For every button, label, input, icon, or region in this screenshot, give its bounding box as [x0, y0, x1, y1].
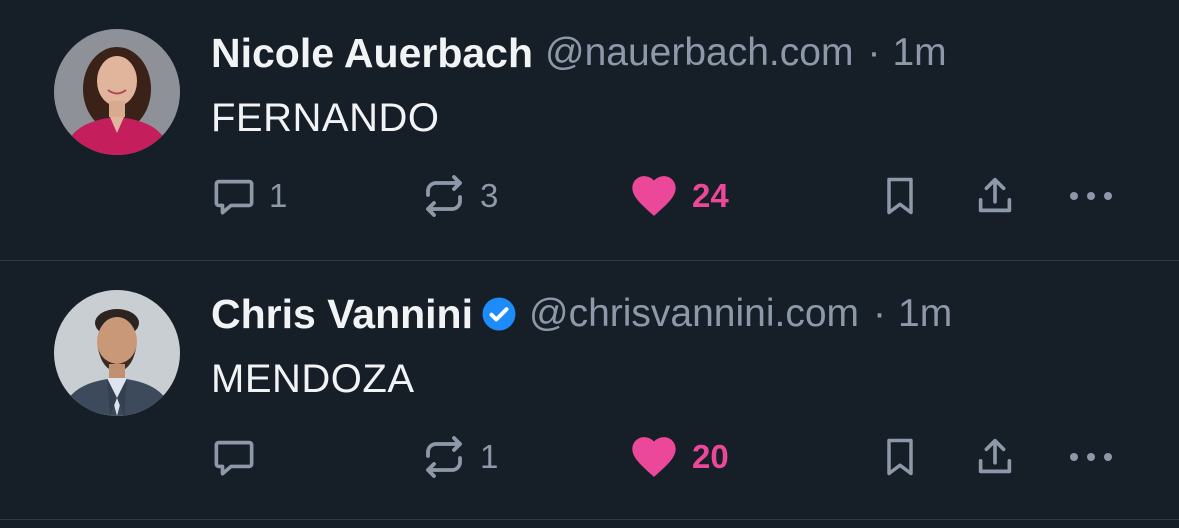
- avatar[interactable]: [54, 29, 180, 155]
- author-handle[interactable]: @chrisvannini.com: [529, 292, 859, 336]
- heart-icon: [632, 176, 676, 216]
- repost-button[interactable]: 1: [420, 429, 498, 485]
- like-button[interactable]: 24: [628, 168, 729, 224]
- reply-count: 1: [269, 177, 288, 214]
- post-timestamp[interactable]: 1m: [892, 31, 946, 75]
- reply-button[interactable]: 1: [211, 168, 287, 224]
- author-name[interactable]: Chris Vannini: [211, 291, 473, 338]
- author-handle[interactable]: @nauerbach.com: [545, 31, 853, 75]
- share-icon: [978, 438, 1012, 474]
- repost-button[interactable]: 3: [420, 168, 498, 224]
- separator-dot: ·: [873, 292, 887, 335]
- repost-count: 3: [480, 177, 499, 214]
- bookmark-button[interactable]: [878, 429, 922, 485]
- man-portrait-avatar: [54, 290, 180, 416]
- post-actions: 1 20: [0, 429, 1179, 485]
- share-button[interactable]: [972, 429, 1018, 485]
- verified-badge-icon: [482, 297, 516, 331]
- like-count: 24: [692, 177, 729, 214]
- heart-icon: [632, 437, 676, 477]
- reply-button[interactable]: [211, 429, 269, 485]
- post-actions: 1 3 24: [0, 168, 1179, 224]
- share-button[interactable]: [972, 168, 1018, 224]
- repost-count: 1: [480, 438, 499, 475]
- reply-icon: [214, 179, 254, 215]
- more-options-button[interactable]: [1066, 168, 1116, 224]
- bookmark-icon: [887, 177, 913, 215]
- post-timestamp[interactable]: 1m: [898, 292, 952, 336]
- verified-badge: [481, 296, 517, 332]
- post-header: Nicole Auerbach @nauerbach.com · 1m: [211, 28, 947, 78]
- author-name[interactable]: Nicole Auerbach: [211, 30, 533, 77]
- post-text: MENDOZA: [211, 357, 415, 401]
- post-item[interactable]: Chris Vannini @chrisvannini.com · 1m MEN…: [0, 261, 1179, 520]
- share-icon: [978, 177, 1012, 213]
- post-item[interactable]: Nicole Auerbach @nauerbach.com · 1m FERN…: [0, 0, 1179, 261]
- avatar[interactable]: [54, 290, 180, 416]
- more-options-icon: [1070, 453, 1112, 461]
- repost-icon: [426, 436, 462, 478]
- bookmark-icon: [887, 438, 913, 476]
- bookmark-button[interactable]: [878, 168, 922, 224]
- woman-portrait-avatar: [54, 29, 180, 155]
- more-options-button[interactable]: [1066, 429, 1116, 485]
- post-text: FERNANDO: [211, 96, 440, 140]
- reply-icon: [214, 440, 254, 476]
- like-button[interactable]: 20: [628, 429, 729, 485]
- separator-dot: ·: [867, 31, 881, 74]
- like-count: 20: [692, 438, 729, 475]
- repost-icon: [426, 175, 462, 217]
- post-header: Chris Vannini @chrisvannini.com · 1m: [211, 289, 952, 339]
- more-options-icon: [1070, 192, 1112, 200]
